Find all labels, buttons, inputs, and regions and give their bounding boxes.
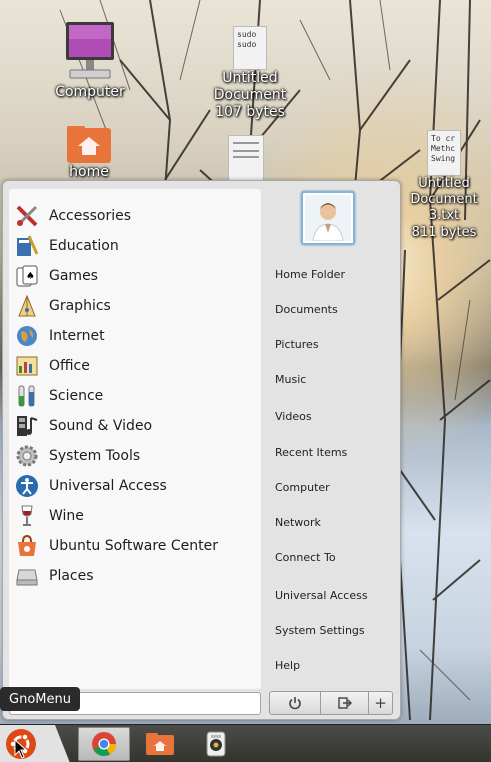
- desktop-icon-label: Untitled Document 3.txt: [410, 176, 478, 223]
- session-buttons: +: [269, 691, 393, 715]
- logout-icon: [337, 697, 352, 709]
- category-science[interactable]: Science: [11, 381, 259, 411]
- place-documents[interactable]: Documents: [275, 303, 338, 316]
- desktop-icon-untitled-document-3[interactable]: To cr Methc Swing Untitled Document 3.tx…: [394, 130, 491, 241]
- desktop-icon-label: Untitled Document: [213, 70, 287, 103]
- category-internet[interactable]: Internet: [11, 321, 259, 351]
- plus-icon: +: [374, 694, 387, 712]
- places-panel: Home Folder Documents Pictures Music Vid…: [263, 181, 400, 721]
- software-center-icon: [13, 532, 41, 560]
- place-pictures[interactable]: Pictures: [275, 338, 319, 351]
- place-help[interactable]: Help: [275, 659, 300, 672]
- category-ubuntu-software-center[interactable]: Ubuntu Software Center: [11, 531, 259, 561]
- system-tools-icon: [13, 442, 41, 470]
- category-sound-video[interactable]: Sound & Video: [11, 411, 259, 441]
- desktop-icon-label: home: [69, 164, 109, 180]
- category-office[interactable]: Office: [11, 351, 259, 381]
- category-education[interactable]: Education: [11, 231, 259, 261]
- office-icon: [13, 352, 41, 380]
- place-recent-items[interactable]: Recent Items: [275, 446, 347, 459]
- gnomenu-tooltip: GnoMenu: [0, 687, 80, 711]
- accessories-icon: [13, 202, 41, 230]
- gnomenu-window: Accessories Education ♠ Games Graphics I…: [2, 180, 401, 720]
- text-file-icon[interactable]: [228, 135, 264, 181]
- desktop-icon-home[interactable]: home: [24, 124, 154, 181]
- power-icon: [289, 697, 301, 710]
- category-universal-access[interactable]: Universal Access: [11, 471, 259, 501]
- place-connect-to[interactable]: Connect To: [275, 551, 336, 564]
- svg-text:♠: ♠: [26, 271, 35, 282]
- logout-button[interactable]: [321, 691, 369, 715]
- folder-icon: [146, 733, 174, 755]
- wine-icon: [13, 502, 41, 530]
- category-system-tools[interactable]: System Tools: [11, 441, 259, 471]
- sound-video-icon: [13, 412, 41, 440]
- user-icon: [305, 195, 351, 241]
- place-home-folder[interactable]: Home Folder: [275, 268, 345, 281]
- taskbar: [0, 724, 491, 762]
- text-file-icon: sudo sudo: [233, 26, 267, 70]
- category-list: Accessories Education ♠ Games Graphics I…: [9, 189, 261, 689]
- start-button[interactable]: [0, 725, 70, 762]
- taskbar-chrome[interactable]: [78, 727, 130, 761]
- desktop-icon-untitled-document[interactable]: sudo sudo Untitled Document 107 bytes: [185, 26, 315, 121]
- category-places[interactable]: Places: [11, 561, 259, 591]
- place-network[interactable]: Network: [275, 516, 321, 529]
- add-button[interactable]: +: [369, 691, 393, 715]
- category-graphics[interactable]: Graphics: [11, 291, 259, 321]
- mouse-cursor-icon: [14, 739, 28, 759]
- category-wine[interactable]: Wine: [11, 501, 259, 531]
- place-videos[interactable]: Videos: [275, 410, 312, 423]
- graphics-icon: [13, 292, 41, 320]
- tooltip-text: GnoMenu: [9, 691, 71, 707]
- user-avatar[interactable]: [301, 191, 355, 245]
- internet-icon: [13, 322, 41, 350]
- desktop-icon-label: Computer: [55, 84, 125, 100]
- category-accessories[interactable]: Accessories: [11, 201, 259, 231]
- place-universal-access[interactable]: Universal Access: [275, 589, 368, 602]
- place-music[interactable]: Music: [275, 373, 306, 386]
- games-icon: ♠: [13, 262, 41, 290]
- home-folder-icon: [66, 124, 112, 164]
- audio-player-icon: [206, 731, 226, 757]
- text-file-icon: To cr Methc Swing: [427, 130, 461, 176]
- science-icon: [13, 382, 41, 410]
- desktop-icon-computer[interactable]: Computer: [25, 20, 155, 101]
- desktop-icon-size: 811 bytes: [411, 225, 477, 240]
- education-icon: [13, 232, 41, 260]
- desktop-icon-size: 107 bytes: [215, 104, 285, 120]
- places-icon: [13, 562, 41, 590]
- monitor-icon: [62, 20, 118, 84]
- place-computer[interactable]: Computer: [275, 481, 330, 494]
- universal-access-icon: [13, 472, 41, 500]
- taskbar-audio-player[interactable]: [190, 727, 242, 761]
- chrome-icon: [92, 732, 116, 757]
- category-games[interactable]: ♠ Games: [11, 261, 259, 291]
- taskbar-files[interactable]: [134, 727, 186, 761]
- shutdown-button[interactable]: [269, 691, 321, 715]
- place-system-settings[interactable]: System Settings: [275, 624, 365, 637]
